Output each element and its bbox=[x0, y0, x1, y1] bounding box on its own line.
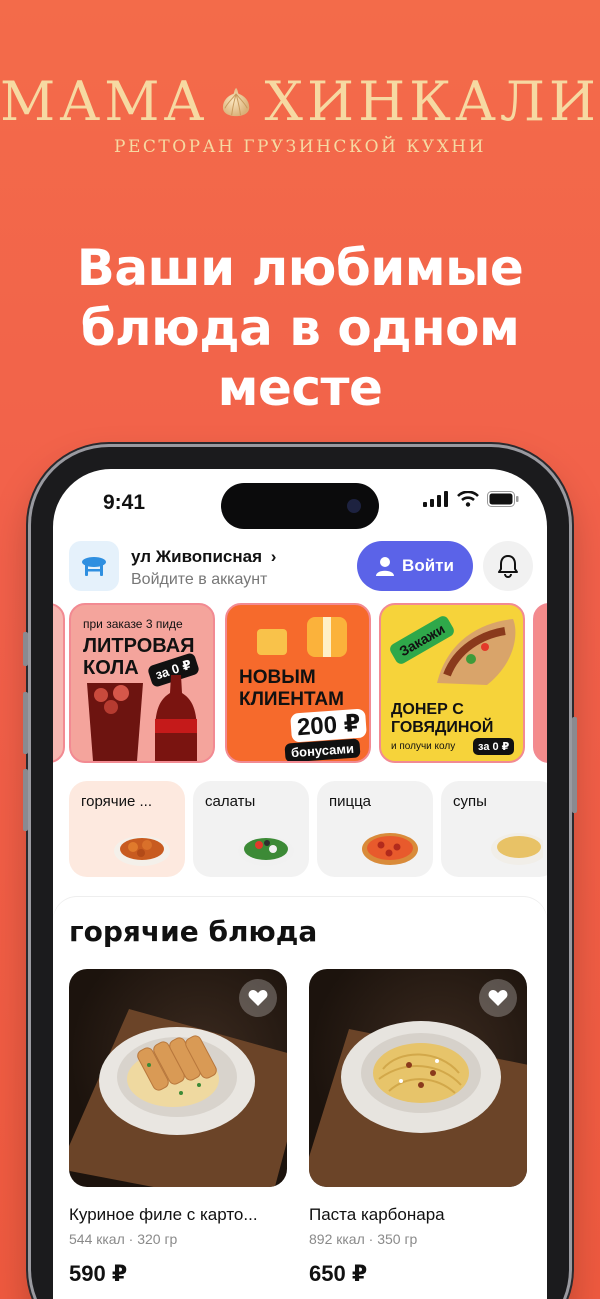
app-screen: 9:41 ул Живописная › Войдите в аккаунт В… bbox=[53, 469, 547, 1299]
login-button[interactable]: Войти bbox=[357, 541, 473, 591]
heart-icon bbox=[248, 990, 268, 1006]
user-icon bbox=[376, 557, 395, 576]
status-icons bbox=[423, 491, 519, 507]
app-header: ул Живописная › Войдите в аккаунт Войти bbox=[69, 541, 533, 593]
street-label: ул Живописная bbox=[131, 547, 262, 566]
promo-doner-title-2: ГОВЯДИНОЙ bbox=[391, 719, 494, 736]
promo-new-amount: 200 ₽ bbox=[290, 708, 368, 743]
gift-boxes-icon bbox=[257, 617, 347, 657]
product-card[interactable]: Куриное филе с карто... 544 ккал · 320 г… bbox=[69, 969, 287, 1287]
table-icon bbox=[82, 557, 106, 576]
soup-icon bbox=[491, 833, 543, 865]
product-image[interactable] bbox=[69, 969, 287, 1187]
logo-subtitle: РЕСТОРАН ГРУЗИНСКОЙ КУХНИ bbox=[114, 137, 486, 157]
address-selector[interactable]: ул Живописная › Войдите в аккаунт bbox=[131, 547, 276, 589]
promo-doner-note: и получи колу bbox=[391, 741, 456, 752]
product-card[interactable]: Паста карбонара 892 ккал · 350 гр 650 ₽ bbox=[309, 969, 527, 1287]
dynamic-island bbox=[221, 483, 379, 529]
doner-wrap-icon bbox=[437, 619, 516, 685]
brand-logo: МАМА ХИНКАЛИ РЕСТОРАН ГРУЗИНСКОЙ КУХНИ bbox=[0, 70, 600, 157]
favorite-button[interactable] bbox=[479, 979, 517, 1017]
promo-banner-partial-right[interactable] bbox=[533, 603, 547, 763]
khinkali-icon bbox=[223, 87, 250, 116]
power-button bbox=[572, 717, 577, 813]
hot-dish-icon bbox=[114, 836, 170, 866]
logo-word-right: ХИНКАЛИ bbox=[264, 70, 600, 133]
promo-new-title-2: КЛИЕНТАМ bbox=[239, 689, 344, 710]
favorite-button[interactable] bbox=[239, 979, 277, 1017]
promo-banner-partial-left[interactable] bbox=[53, 603, 65, 763]
product-name: Куриное филе с карто... bbox=[69, 1205, 258, 1224]
category-tabs: горячие ... салаты пицца супы bbox=[53, 781, 547, 877]
promo-cola-title-1: ЛИТРОВАЯ bbox=[83, 635, 195, 657]
promo-cola-top: при заказе 3 пиде bbox=[83, 617, 183, 631]
notifications-button[interactable] bbox=[483, 541, 533, 591]
hero-line-3: месте bbox=[217, 359, 383, 417]
promo-banner-cola[interactable]: при заказе 3 пиде ЛИТРОВАЯ КОЛА за 0 ₽ bbox=[69, 603, 215, 763]
category-hot-dishes[interactable]: горячие ... bbox=[69, 781, 185, 877]
category-pizza[interactable]: пицца bbox=[317, 781, 433, 877]
status-time: 9:41 bbox=[103, 491, 146, 514]
promo-new-note: бонусами bbox=[284, 738, 361, 761]
login-label: Войти bbox=[402, 556, 454, 575]
location-icon[interactable] bbox=[69, 541, 119, 591]
hero-line-1: Ваши любимые bbox=[76, 239, 524, 297]
promo-banner-doner[interactable]: Закажи ДОНЕР С ГОВЯДИНОЙ и получи колу з… bbox=[379, 603, 525, 763]
wifi-icon bbox=[457, 491, 479, 507]
promo-doner-tag: за 0 ₽ bbox=[473, 738, 515, 755]
promo-doner-title-1: ДОНЕР С bbox=[391, 701, 464, 718]
category-salads[interactable]: салаты bbox=[193, 781, 309, 877]
product-name: Паста карбонара bbox=[309, 1205, 445, 1224]
menu-section: горячие блюда Куриное филе с карто... 54… bbox=[53, 897, 547, 1299]
category-soups[interactable]: супы bbox=[441, 781, 547, 877]
section-title: горячие блюда bbox=[69, 915, 318, 948]
volume-down-button bbox=[23, 769, 28, 831]
logo-word-left: МАМА bbox=[0, 70, 209, 133]
product-meta: 892 ккал · 350 гр bbox=[309, 1231, 418, 1247]
volume-up-button bbox=[23, 692, 28, 754]
category-label: супы bbox=[453, 793, 487, 810]
salad-icon bbox=[238, 836, 294, 866]
promo-carousel[interactable]: при заказе 3 пиде ЛИТРОВАЯ КОЛА за 0 ₽ Н bbox=[53, 603, 547, 765]
promo-banner-new-clients[interactable]: НОВЫМ КЛИЕНТАМ 200 ₽ бонусами bbox=[225, 603, 371, 763]
product-image[interactable] bbox=[309, 969, 527, 1187]
phone-frame: 9:41 ул Живописная › Войдите в аккаунт В… bbox=[23, 447, 577, 1299]
chevron-right-icon: › bbox=[270, 547, 277, 566]
mute-switch bbox=[23, 632, 28, 666]
product-meta: 544 ккал · 320 гр bbox=[69, 1231, 178, 1247]
promo-new-title-1: НОВЫМ bbox=[239, 667, 316, 688]
signal-icon bbox=[423, 491, 448, 507]
product-price: 650 ₽ bbox=[309, 1261, 368, 1286]
product-price: 590 ₽ bbox=[69, 1261, 128, 1286]
login-hint: Войдите в аккаунт bbox=[131, 571, 268, 588]
category-label: горячие ... bbox=[81, 793, 152, 810]
bell-icon bbox=[498, 555, 518, 578]
cola-glass-bottle-icon bbox=[87, 675, 197, 761]
heart-icon bbox=[488, 990, 508, 1006]
category-label: салаты bbox=[205, 793, 256, 810]
hero-line-2: блюда в одном bbox=[80, 299, 520, 357]
hero-headline: Ваши любимые блюда в одном месте bbox=[0, 238, 600, 418]
pizza-icon bbox=[362, 833, 418, 865]
battery-icon bbox=[487, 491, 519, 507]
category-label: пицца bbox=[329, 793, 372, 810]
